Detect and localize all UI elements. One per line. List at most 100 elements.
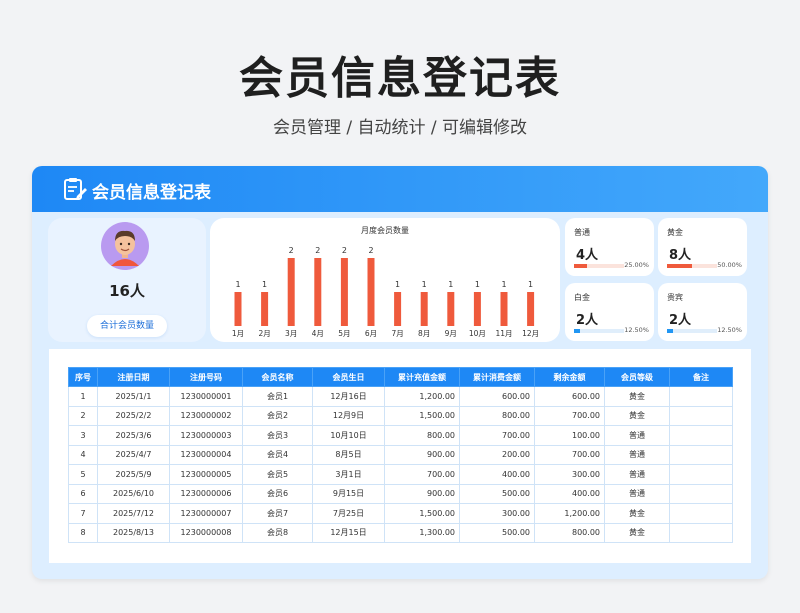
table-row[interactable]: 5 2025/5/9 1230000005 会员5 3月1日 700.00 400.00 30… — [68, 464, 733, 485]
chart-bar — [340, 258, 348, 326]
table-cell: 2025/3/6 — [97, 425, 170, 446]
bar-value-label: 2 — [368, 246, 373, 255]
clipboard-edit-icon — [64, 178, 87, 200]
total-members-button[interactable]: 合计会员数量 — [87, 315, 167, 337]
table-cell: 8月5日 — [312, 444, 385, 465]
level-progress-track — [574, 264, 624, 268]
table-cell: 普通 — [604, 483, 670, 504]
x-tick-label: 7月 — [391, 329, 403, 338]
column-header: 会员等级 — [604, 367, 670, 387]
x-tick-label: 9月 — [445, 329, 457, 338]
chart-bar — [500, 292, 508, 326]
table-cell: 6 — [68, 483, 98, 504]
chart-bar — [420, 292, 428, 326]
table-cell: 2025/6/10 — [97, 483, 170, 504]
table-cell: 2025/8/13 — [97, 522, 170, 543]
column-header: 会员名称 — [242, 367, 313, 387]
x-tick-label: 1月 — [232, 329, 244, 338]
table-row[interactable]: 2 2025/2/2 1230000002 会员2 12月9日 1,500.00 800.0… — [68, 405, 733, 426]
table-cell: 会员4 — [242, 444, 313, 465]
bar-value-label: 1 — [262, 280, 267, 289]
table-cell: 1230000001 — [169, 386, 243, 407]
table-cell: 700.00 — [459, 425, 535, 446]
level-card-vip: 贵宾 2人 12.50% — [658, 283, 747, 341]
table-cell — [669, 405, 733, 426]
table-cell: 2025/7/12 — [97, 503, 170, 524]
level-progress-fill — [667, 329, 674, 333]
x-tick-label: 6月 — [365, 329, 377, 338]
x-tick-label: 5月 — [338, 329, 350, 338]
table-cell: 7 — [68, 503, 98, 524]
table-cell: 100.00 — [534, 425, 605, 446]
table-cell: 普通 — [604, 444, 670, 465]
bar-value-label: 1 — [475, 280, 480, 289]
table-cell: 会员8 — [242, 522, 313, 543]
table-cell: 黄金 — [604, 503, 670, 524]
table-cell: 8 — [68, 522, 98, 543]
x-tick-label: 8月 — [418, 329, 430, 338]
column-header: 注册号码 — [169, 367, 243, 387]
level-progress-fill — [667, 264, 692, 268]
table-cell: 会员6 — [242, 483, 313, 504]
bar-value-label: 1 — [448, 280, 453, 289]
table-cell: 普通 — [604, 425, 670, 446]
table-cell — [669, 386, 733, 407]
table-cell — [669, 483, 733, 504]
table-cell: 会员5 — [242, 464, 313, 485]
table-cell: 300.00 — [459, 503, 535, 524]
table-cell: 400.00 — [534, 483, 605, 504]
table-row[interactable]: 8 2025/8/13 1230000008 会员8 12月15日 1,300.00 500… — [68, 522, 733, 543]
table-cell: 800.00 — [459, 405, 535, 426]
chart-bar — [447, 292, 455, 326]
table-cell: 4 — [68, 444, 98, 465]
level-name: 白金 — [574, 293, 590, 302]
table-row[interactable]: 7 2025/7/12 1230000007 会员7 7月25日 1,500.00 300.… — [68, 503, 733, 524]
member-table-area: 序号 注册日期 注册号码 会员名称 会员生日 累计充值金额 累计消费金额 剩余金额 会员等级 备注… — [49, 349, 751, 563]
table-cell: 2025/2/2 — [97, 405, 170, 426]
table-cell: 12月9日 — [312, 405, 385, 426]
x-tick-label: 2月 — [258, 329, 270, 338]
chart-bar — [527, 292, 535, 326]
level-progress-track — [574, 329, 624, 333]
bar-value-label: 1 — [395, 280, 400, 289]
level-progress-fill — [574, 329, 581, 333]
table-cell: 10月10日 — [312, 425, 385, 446]
table-cell — [669, 503, 733, 524]
table-cell: 12月16日 — [312, 386, 385, 407]
column-header: 会员生日 — [312, 367, 385, 387]
table-row[interactable]: 1 2025/1/1 1230000001 会员1 12月16日 1,200.00 600.… — [68, 386, 733, 407]
table-header-row: 序号 注册日期 注册号码 会员名称 会员生日 累计充值金额 累计消费金额 剩余金额 会员等级 备注 — [68, 367, 733, 387]
chart-bar — [234, 292, 242, 326]
column-header: 序号 — [68, 367, 98, 387]
table-row[interactable]: 3 2025/3/6 1230000003 会员3 10月10日 800.00 700.00… — [68, 425, 733, 446]
table-cell: 1 — [68, 386, 98, 407]
table-cell: 900.00 — [384, 483, 460, 504]
table-cell: 2025/4/7 — [97, 444, 170, 465]
table-cell: 会员2 — [242, 405, 313, 426]
table-cell: 700.00 — [534, 405, 605, 426]
table-cell: 1,300.00 — [384, 522, 460, 543]
table-row[interactable]: 6 2025/6/10 1230000006 会员6 9月15日 900.00 500.00… — [68, 483, 733, 504]
table-cell: 500.00 — [459, 483, 535, 504]
table-cell: 会员1 — [242, 386, 313, 407]
level-count: 8人 — [669, 248, 692, 263]
table-cell: 1,200.00 — [534, 503, 605, 524]
table-cell: 600.00 — [534, 386, 605, 407]
table-cell: 会员7 — [242, 503, 313, 524]
level-progress-track — [667, 329, 717, 333]
table-cell: 800.00 — [534, 522, 605, 543]
monthly-bar-chart: 11月12月23月24月25月26月17月18月19月110月111月112月 — [232, 246, 539, 338]
page: 会员信息登记表 会员管理 / 自动统计 / 可编辑修改 会员信息登记表 16人 … — [0, 0, 800, 613]
level-card-gold: 黄金 8人 50.00% — [658, 218, 747, 276]
level-name: 黄金 — [667, 228, 683, 237]
level-count: 2人 — [669, 313, 692, 328]
level-name: 贵宾 — [667, 293, 683, 302]
column-header: 剩余金额 — [534, 367, 605, 387]
bar-value-label: 2 — [315, 246, 320, 255]
table-cell: 1,200.00 — [384, 386, 460, 407]
page-subtitle: 会员管理 / 自动统计 / 可编辑修改 — [272, 118, 528, 138]
table-cell: 700.00 — [384, 464, 460, 485]
table-row[interactable]: 4 2025/4/7 1230000004 会员4 8月5日 900.00 200.00 70… — [68, 444, 733, 465]
column-header: 备注 — [669, 367, 733, 387]
table-cell: 5 — [68, 464, 98, 485]
